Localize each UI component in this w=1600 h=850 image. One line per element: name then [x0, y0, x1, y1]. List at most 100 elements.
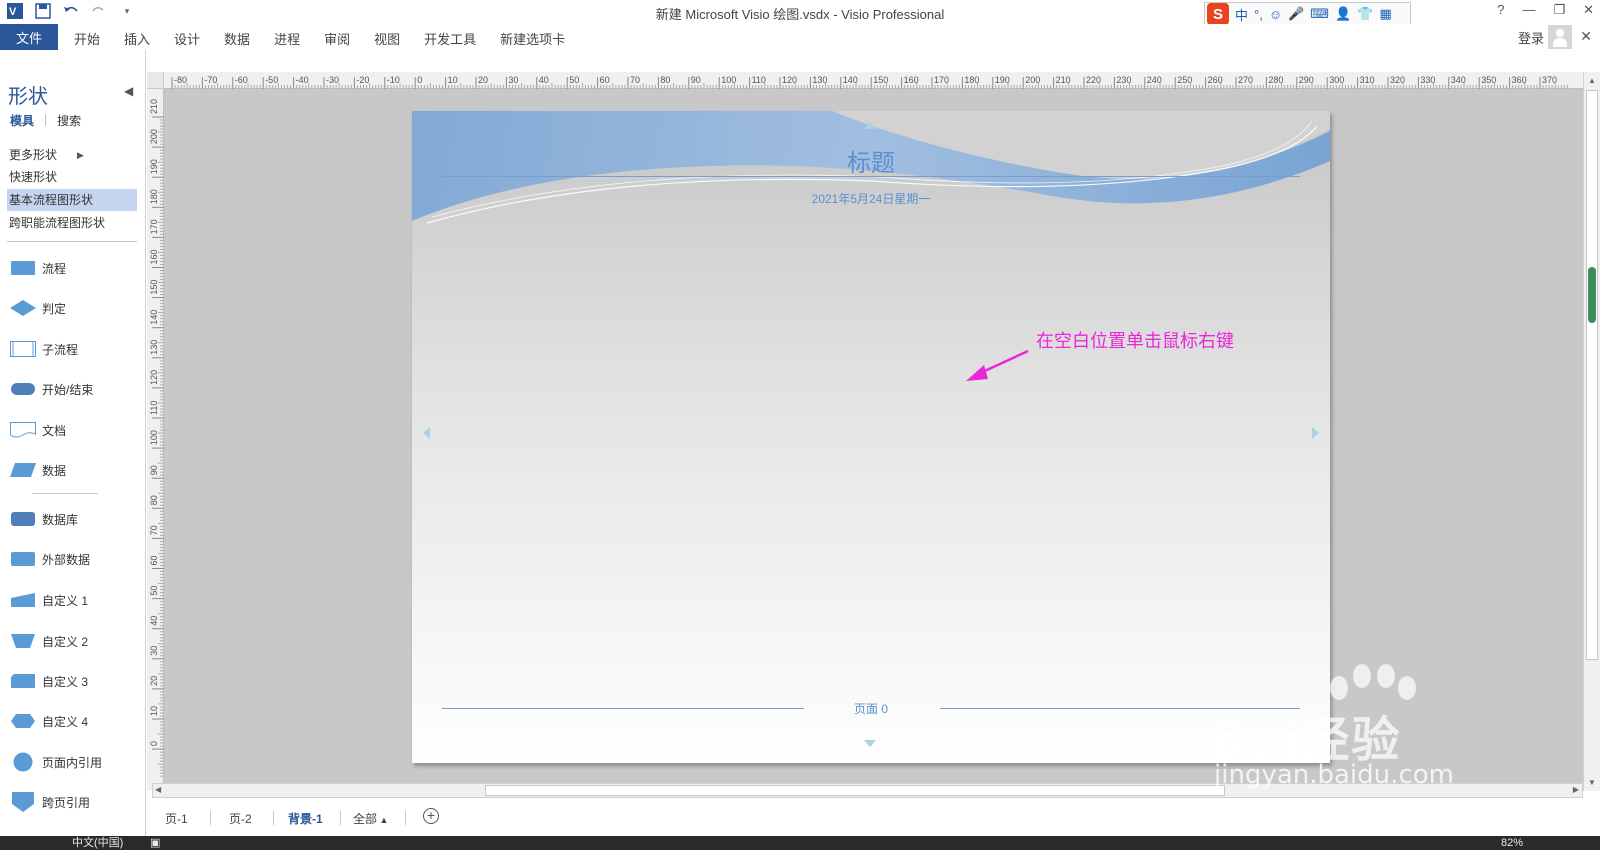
ruler-label: 50 [149, 586, 159, 596]
page-nav-down-icon[interactable] [864, 740, 876, 747]
shape-label: 开始/结束 [42, 382, 94, 397]
add-page-icon[interactable]: + [423, 808, 439, 824]
macro-record-icon[interactable]: ▣ [150, 836, 160, 850]
all-pages-button[interactable]: 全部 ▲ [353, 810, 388, 827]
avatar[interactable] [1548, 25, 1572, 49]
tab-new-tab[interactable]: 新建选项卡 [500, 29, 565, 48]
tab-file[interactable]: 文件 [0, 24, 58, 50]
tab-stencils[interactable]: 模具 [10, 112, 34, 129]
shape-document[interactable]: 文档 [10, 417, 140, 443]
ruler-label: 110 [149, 401, 159, 415]
shape-start-end[interactable]: 开始/结束 [10, 376, 140, 402]
shape-custom-4[interactable]: 自定义 4 [10, 708, 140, 734]
ruler-label: 180 [149, 189, 159, 204]
chevron-right-icon: ▶ [77, 150, 84, 160]
ruler-label: 130 [812, 75, 827, 85]
tab-home[interactable]: 开始 [74, 29, 100, 48]
tab-separator: | [44, 112, 48, 126]
page-nav-up-icon[interactable] [864, 122, 876, 129]
horizontal-scroll-thumb[interactable] [485, 785, 1225, 796]
scroll-right-icon[interactable]: ▶ [1573, 785, 1579, 794]
page-nav-left-icon[interactable] [423, 427, 430, 439]
collapse-pane-icon[interactable]: ◀ [124, 84, 133, 98]
page-nav-right-icon[interactable] [1312, 427, 1319, 439]
scroll-down-icon[interactable]: ▼ [1588, 778, 1596, 787]
ime-skin-icon[interactable]: 👕 [1357, 6, 1373, 22]
ruler-label: 140 [843, 75, 858, 85]
shape-on-page-reference[interactable]: 页面内引用 [10, 749, 140, 775]
tab-design[interactable]: 设计 [174, 29, 200, 48]
page-tab-1[interactable]: 页-1 [165, 810, 188, 827]
database-shape-icon [10, 510, 36, 528]
help-icon[interactable]: ? [1497, 2, 1504, 18]
title-divider [442, 176, 1300, 177]
stencil-basic-flowchart[interactable]: 基本流程图形状 [7, 189, 137, 211]
horizontal-scrollbar[interactable]: ◀ ▶ [152, 783, 1583, 798]
ime-chinese-mode[interactable]: 中 [1235, 5, 1248, 24]
tab-developer[interactable]: 开发工具 [424, 29, 476, 48]
stencil-cross-functional[interactable]: 跨职能流程图形状 [7, 212, 137, 234]
shape-off-page-reference[interactable]: 跨页引用 [10, 789, 140, 815]
shape-label: 跨页引用 [42, 795, 91, 810]
shape-decision[interactable]: 判定 [10, 295, 140, 321]
ruler-label: 300 [1329, 75, 1344, 85]
page-tab-2[interactable]: 页-2 [229, 810, 252, 827]
ime-emoji-icon[interactable]: ☺ [1269, 7, 1282, 22]
drawing-page[interactable]: 标题 2021年5月24日星期一 页面 0 在空白位置单击鼠标右键 [412, 111, 1330, 763]
tab-review[interactable]: 审阅 [324, 29, 350, 48]
ruler-label: 210 [1056, 75, 1071, 85]
tab-view[interactable]: 视图 [374, 29, 400, 48]
ime-toolbox-icon[interactable]: ▦ [1379, 6, 1391, 22]
ribbon-close-icon[interactable]: ✕ [1580, 28, 1592, 45]
stencil-quick-shapes[interactable]: 快速形状 [7, 166, 137, 188]
shape-process[interactable]: 流程 [10, 255, 140, 281]
shape-external-data[interactable]: 外部数据 [10, 546, 140, 572]
sogou-logo-icon[interactable]: S [1207, 3, 1229, 25]
shape-label: 数据库 [42, 512, 79, 527]
custom-2-shape-icon [10, 632, 36, 650]
close-icon[interactable]: ✕ [1583, 2, 1594, 18]
shape-database[interactable]: 数据库 [10, 506, 140, 532]
shape-subprocess[interactable]: 子流程 [10, 336, 140, 362]
shape-custom-3[interactable]: 自定义 3 [10, 668, 140, 694]
scroll-up-icon[interactable]: ▲ [1588, 76, 1596, 85]
ime-user-icon[interactable]: 👤 [1335, 6, 1351, 22]
ruler-label: 60 [149, 555, 159, 565]
off-page-reference-shape-icon [10, 792, 36, 812]
all-pages-label: 全部 [353, 812, 378, 826]
on-page-reference-shape-icon [10, 752, 36, 772]
ime-voice-icon[interactable]: 🎤 [1288, 6, 1304, 22]
ruler-label: 190 [995, 75, 1010, 85]
ruler-label: 230 [1116, 75, 1131, 85]
scroll-left-icon[interactable]: ◀ [155, 785, 161, 794]
shape-custom-2[interactable]: 自定义 2 [10, 628, 140, 654]
ruler-label: 80 [149, 495, 159, 505]
page-number-footer[interactable]: 页面 0 [412, 700, 1330, 717]
scroll-position-indicator [1588, 267, 1596, 323]
stencil-label: 基本流程图形状 [9, 193, 94, 207]
shape-data[interactable]: 数据 [10, 457, 140, 483]
tab-data[interactable]: 数据 [224, 29, 250, 48]
tab-insert[interactable]: 插入 [124, 29, 150, 48]
tab-process[interactable]: 进程 [274, 29, 300, 48]
shape-custom-1[interactable]: 自定义 1 [10, 587, 140, 613]
vertical-scrollbar[interactable]: ▲ ▼ [1583, 72, 1600, 791]
page-tab-background-1[interactable]: 背景-1 [288, 810, 323, 827]
tab-search[interactable]: 搜索 [57, 112, 81, 129]
zoom-level[interactable]: 82% [1501, 836, 1523, 850]
restore-icon[interactable]: ❐ [1553, 2, 1565, 18]
page-date[interactable]: 2021年5月24日星期一 [412, 190, 1330, 207]
ime-punctuation[interactable]: °, [1254, 7, 1263, 22]
ime-keyboard-icon[interactable]: ⌨ [1310, 6, 1329, 22]
stencil-label: 更多形状 [9, 148, 58, 162]
stencil-more-shapes[interactable]: 更多形状 ▶ [7, 144, 137, 166]
sign-in-link[interactable]: 登录 [1518, 28, 1544, 47]
page-title[interactable]: 标题 [412, 143, 1330, 178]
status-language[interactable]: 中文(中国) [72, 836, 123, 850]
stencil-label: 快速形状 [9, 170, 58, 184]
vertical-scroll-thumb[interactable] [1586, 90, 1598, 660]
minimize-icon[interactable]: — [1522, 2, 1535, 18]
decision-shape-icon [10, 299, 36, 317]
drawing-canvas[interactable]: 标题 2021年5月24日星期一 页面 0 在空白位置单击鼠标右键 [164, 89, 1583, 791]
ruler-label: 10 [448, 75, 458, 85]
